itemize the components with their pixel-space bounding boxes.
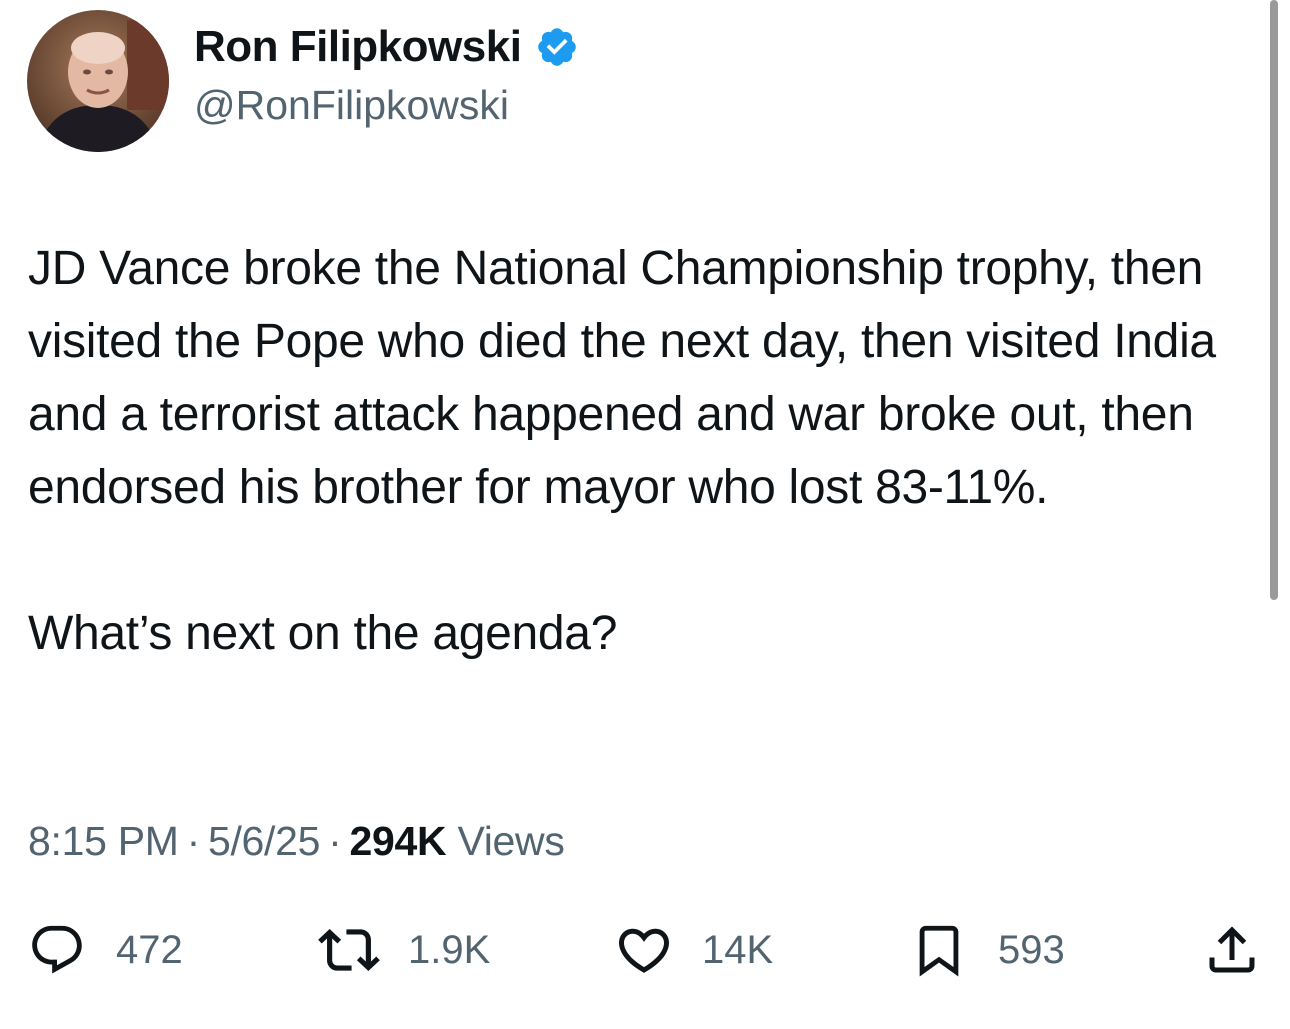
verified-badge-icon[interactable] [535,25,579,69]
display-name[interactable]: Ron Filipkowski [194,22,522,72]
bookmark-button[interactable]: 593 [910,915,1065,985]
like-count: 14K [702,927,774,972]
author-names: Ron Filipkowski @RonFilipkowski [194,22,579,129]
action-bar: 472 1.9K 14K 593 [0,915,1290,985]
tweet-header: Ron Filipkowski @RonFilipkowski [27,10,579,152]
bookmark-count: 593 [998,927,1065,972]
tweet-text: JD Vance broke the National Championship… [28,232,1268,670]
share-icon [1202,920,1262,980]
meta-separator: · [328,818,342,864]
tweet-paragraph: What’s next on the agenda? [28,607,618,660]
repost-button[interactable]: 1.9K [318,915,490,985]
scrollbar[interactable] [1270,0,1278,600]
repost-count: 1.9K [408,927,491,972]
tweet-paragraph: JD Vance broke the National Championship… [28,242,1216,514]
tweet-page: Ron Filipkowski @RonFilipkowski JD Vance… [0,0,1290,1029]
repost-icon [318,919,380,981]
avatar[interactable] [27,10,169,152]
display-name-row: Ron Filipkowski [194,22,579,72]
meta-separator: · [186,818,201,864]
tweet-time[interactable]: 8:15 PM [28,818,179,864]
views-label: Views [457,818,565,864]
heart-icon [614,920,674,980]
author-handle[interactable]: @RonFilipkowski [194,82,579,129]
share-button[interactable] [1202,915,1262,985]
tweet-date[interactable]: 5/6/25 [208,818,321,864]
views-count[interactable]: 294K [350,818,447,864]
tweet-meta: 8:15 PM · 5/6/25 · 294K Views [28,818,565,865]
reply-count: 472 [116,927,183,972]
reply-button[interactable]: 472 [28,915,183,985]
like-button[interactable]: 14K [614,915,773,985]
bookmark-icon [910,921,968,979]
reply-icon [28,921,86,979]
